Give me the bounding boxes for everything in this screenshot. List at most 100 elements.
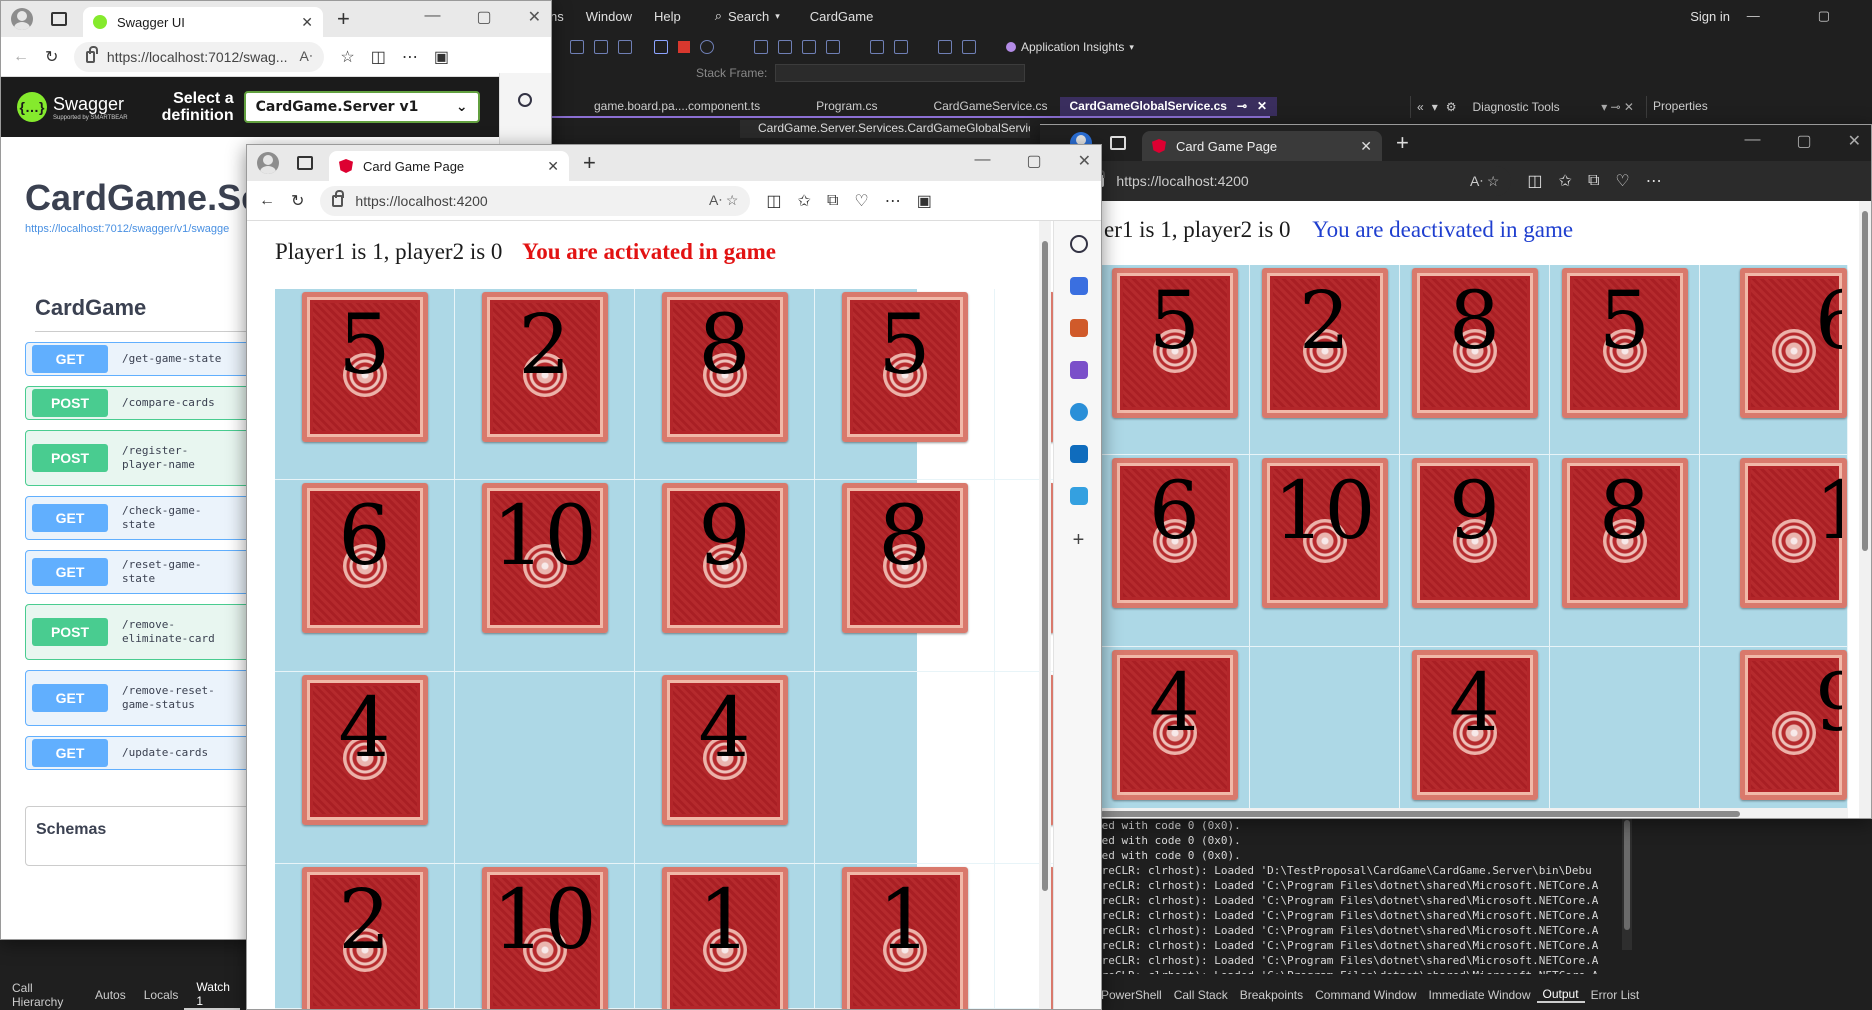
- toolbar-icon[interactable]: [778, 40, 792, 54]
- read-aloud-icon[interactable]: Aᐧ: [299, 48, 312, 65]
- browser-tab-swagger[interactable]: Swagger UI ✕: [83, 7, 323, 37]
- tool-window-tab[interactable]: Call Stack: [1168, 988, 1234, 1002]
- doc-tab-board-component[interactable]: game.board.pa....component.ts: [550, 99, 772, 116]
- tool-window-tab[interactable]: Command Window: [1309, 988, 1422, 1002]
- card[interactable]: 5: [1111, 268, 1238, 418]
- tool-window-tab[interactable]: Immediate Window: [1422, 988, 1536, 1002]
- bookmark-icon[interactable]: [962, 40, 976, 54]
- card[interactable]: 2: [1261, 268, 1388, 418]
- minimize-icon[interactable]: —: [1744, 131, 1760, 151]
- profile-avatar[interactable]: [257, 152, 279, 174]
- tool-window-tab[interactable]: Error List: [1585, 988, 1646, 1002]
- tool-window-tab[interactable]: Locals: [132, 988, 185, 1002]
- card[interactable]: 1: [661, 867, 788, 1009]
- menu-icon[interactable]: ▾: [1432, 100, 1438, 114]
- close-tab-icon[interactable]: ✕: [301, 14, 313, 31]
- menu-item-help[interactable]: Help: [654, 9, 681, 24]
- card[interactable]: 8: [1561, 458, 1688, 608]
- tool-window-tab[interactable]: PowerShell: [1095, 988, 1168, 1002]
- toolbar-icon[interactable]: [618, 40, 632, 54]
- collections-icon[interactable]: ⧉: [827, 192, 838, 210]
- toolbar-icon[interactable]: [754, 40, 768, 54]
- card[interactable]: 9: [1411, 458, 1538, 608]
- minimize-icon[interactable]: —: [424, 7, 440, 27]
- refresh-icon[interactable]: ↻: [291, 191, 304, 211]
- maximize-icon[interactable]: ▢: [476, 7, 491, 27]
- card[interactable]: 4: [661, 675, 788, 825]
- tab-actions-icon[interactable]: [297, 156, 313, 170]
- close-tab-icon[interactable]: ✕: [1360, 138, 1372, 155]
- card[interactable]: 6: [301, 483, 428, 633]
- doc-tab-cardgameglobalservice[interactable]: CardGameGlobalService.cs ⊸ ✕: [1059, 97, 1278, 116]
- favorites-icon[interactable]: ✩: [798, 191, 811, 211]
- back-icon[interactable]: ←: [259, 192, 275, 210]
- more-icon[interactable]: ⋯: [402, 47, 418, 67]
- stop-icon[interactable]: [678, 41, 690, 53]
- card[interactable]: 5: [841, 292, 968, 442]
- card[interactable]: 10: [481, 483, 608, 633]
- browser-tab-card-game[interactable]: Card Game Page ✕: [1142, 131, 1382, 161]
- toolbar-icon[interactable]: [594, 40, 608, 54]
- toolbar-icon[interactable]: [826, 40, 840, 54]
- scroll-thumb[interactable]: [1042, 241, 1048, 891]
- doc-tab-program[interactable]: Program.cs: [772, 99, 889, 116]
- card[interactable]: 5: [1561, 268, 1688, 418]
- read-aloud-icon[interactable]: Aᐧ ☆: [709, 192, 738, 209]
- card[interactable]: 9: [1740, 650, 1847, 800]
- tool-window-tab[interactable]: Breakpoints: [1234, 988, 1309, 1002]
- toolbox-icon[interactable]: [1069, 319, 1088, 337]
- shopping-tag-icon[interactable]: [1069, 277, 1088, 295]
- refresh-icon[interactable]: ↻: [45, 47, 58, 67]
- new-tab-button[interactable]: +: [583, 150, 596, 176]
- card[interactable]: 4: [1111, 650, 1238, 800]
- tool-window-tab[interactable]: Output: [1536, 987, 1585, 1003]
- card[interactable]: 8: [1411, 268, 1538, 418]
- pin-icon[interactable]: ⊸: [1237, 99, 1247, 113]
- scroll-thumb[interactable]: [1100, 811, 1740, 817]
- maximize-icon[interactable]: ▢: [1818, 8, 1830, 24]
- stack-frame-dropdown[interactable]: [775, 64, 1026, 82]
- games-icon[interactable]: [1069, 361, 1088, 379]
- gear-icon[interactable]: ⚙: [1446, 100, 1457, 114]
- swagger-logo[interactable]: {…} Swagger Supported by SMARTBEAR: [17, 92, 128, 122]
- vertical-scrollbar[interactable]: [1039, 221, 1051, 1009]
- close-icon[interactable]: ✕: [1078, 151, 1091, 171]
- read-aloud-icon[interactable]: Aᐧ ☆: [1470, 173, 1499, 190]
- browser-tab-card-game[interactable]: Card Game Page ✕: [329, 151, 569, 181]
- send-icon[interactable]: [1069, 487, 1088, 505]
- back-icon[interactable]: ←: [13, 48, 29, 66]
- sidebar-toggle-icon[interactable]: ▣: [917, 191, 932, 211]
- card[interactable]: 5: [301, 292, 428, 442]
- vs-search-button[interactable]: ⌕ Search ▾: [715, 8, 780, 24]
- split-screen-icon[interactable]: ◫: [371, 47, 386, 67]
- split-screen-icon[interactable]: ◫: [1527, 171, 1542, 191]
- close-icon[interactable]: ✕: [1848, 131, 1861, 151]
- card[interactable]: 1: [841, 867, 968, 1009]
- doc-tab-cardgameservice[interactable]: CardGameService.cs: [889, 99, 1059, 116]
- bookmark-icon[interactable]: [938, 40, 952, 54]
- menu-item-window[interactable]: Window: [586, 9, 632, 24]
- collections-icon[interactable]: ⧉: [1588, 172, 1599, 190]
- tab-actions-icon[interactable]: [51, 12, 67, 26]
- add-icon[interactable]: +: [1054, 529, 1101, 552]
- panel-controls[interactable]: ▾ ⊸ ✕: [1601, 100, 1634, 114]
- definition-select[interactable]: CardGame.Server v1 ⌄: [243, 91, 480, 123]
- vs-member-navigation[interactable]: CardGame.Server.Services.CardGameGlobalS…: [740, 120, 1030, 138]
- tool-window-tab[interactable]: Call Hierarchy: [0, 981, 83, 1009]
- tab-actions-icon[interactable]: [1110, 136, 1126, 150]
- tool-window-tab[interactable]: Watch 1: [184, 980, 240, 1010]
- card[interactable]: 10: [1261, 458, 1388, 608]
- toolbar-icon[interactable]: [894, 40, 908, 54]
- search-icon[interactable]: [1069, 235, 1088, 253]
- url-field[interactable]: https://localhost:4200 Aᐧ ☆: [1081, 166, 1512, 196]
- card[interactable]: 6: [1740, 268, 1847, 418]
- card[interactable]: 8: [841, 483, 968, 633]
- favorite-star-icon[interactable]: ☆: [340, 47, 354, 67]
- pause-icon[interactable]: [654, 40, 668, 54]
- chevron-left-icon[interactable]: «: [1417, 100, 1424, 114]
- search-icon[interactable]: [518, 93, 532, 107]
- card[interactable]: 1: [1740, 458, 1847, 608]
- scroll-thumb[interactable]: [1862, 211, 1868, 551]
- close-tab-icon[interactable]: ✕: [547, 158, 559, 175]
- output-scrollbar[interactable]: [1622, 818, 1632, 950]
